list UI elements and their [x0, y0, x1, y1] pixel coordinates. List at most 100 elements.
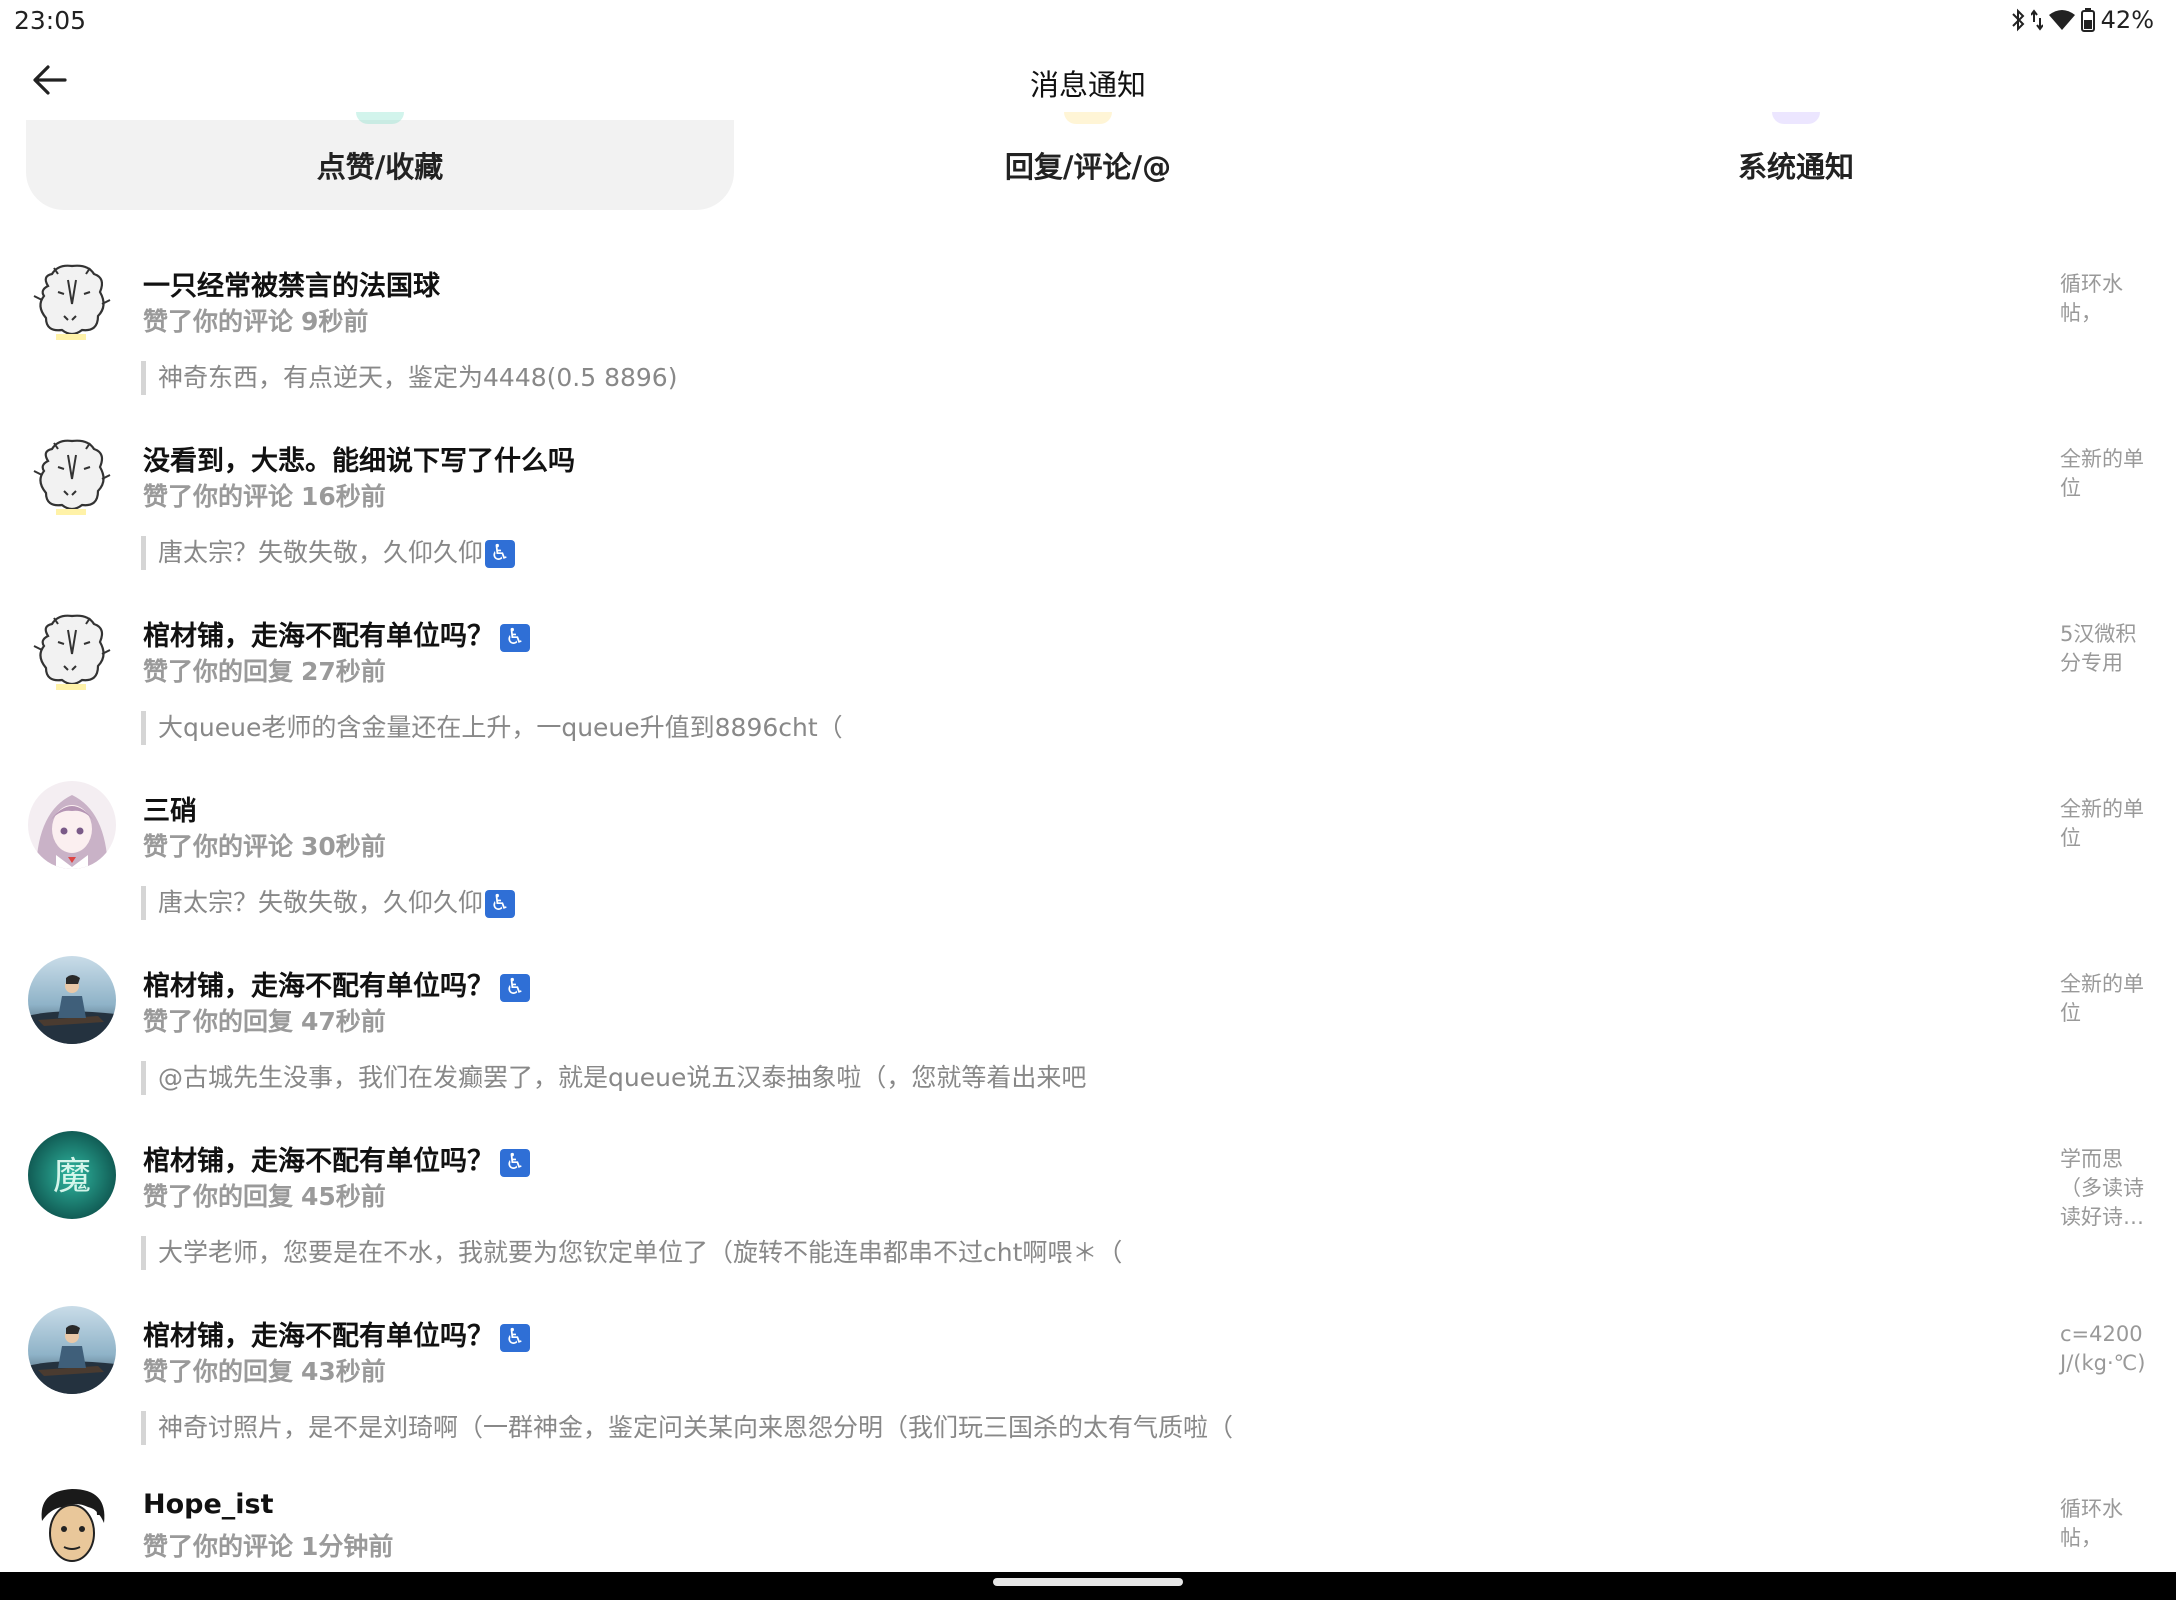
item-quote-text: 唐太宗？失敬失敬，久仰久仰 [158, 888, 484, 917]
item-quote-text: 唐太宗？失敬失敬，久仰久仰 [158, 538, 484, 567]
item-subtitle: 赞了你的回复 43秒前 [143, 1352, 386, 1388]
source-post-preview[interactable]: 全新的单位 [2060, 445, 2156, 503]
item-quote-text: 大queue老师的含金量还在上升，一queue升值到8896cht（ [158, 713, 843, 742]
item-action: 赞了你的评论 [143, 832, 294, 861]
item-quote[interactable]: 唐太宗？失敬失敬，久仰久仰 ♿ [141, 536, 516, 570]
tab-accent [1064, 112, 1112, 124]
item-title-text: 三硝 [143, 796, 197, 827]
item-title-text: 棺材铺，走海不配有单位吗？ [143, 621, 494, 652]
item-action: 赞了你的评论 [143, 307, 294, 336]
battery-percent: 42% [2100, 6, 2154, 34]
item-title[interactable]: Hope_ist [143, 1489, 274, 1520]
item-time: 45秒前 [301, 1182, 386, 1211]
avatar[interactable] [28, 781, 116, 869]
avatar[interactable] [28, 256, 116, 344]
notification-item[interactable]: 棺材铺，走海不配有单位吗？ ♿ 赞了你的回复 27秒前 大queue老师的含金量还在上升… [0, 590, 2176, 765]
item-time: 1分钟前 [301, 1532, 394, 1561]
item-action: 赞了你的回复 [143, 657, 294, 686]
item-time: 27秒前 [301, 657, 386, 686]
tab-label: 回复/评论/@ [1004, 150, 1172, 184]
data-icon [2030, 8, 2043, 32]
item-quote-text: @古城先生没事，我们在发癫罢了，就是queue说五汉泰抽象啦（，您就等着出来吧 [158, 1063, 1087, 1092]
item-subtitle: 赞了你的评论 1分钟前 [143, 1527, 393, 1563]
source-post-preview[interactable]: 全新的单位 [2060, 970, 2156, 1028]
item-quote[interactable]: 神奇讨照片，是不是刘琦啊（一群神金，鉴定问关某向来恩怨分明（我们玩三国杀的太有气… [141, 1411, 1233, 1445]
status-time: 23:05 [14, 6, 87, 35]
status-bar: 23:05 42% [0, 0, 2176, 44]
source-post-preview[interactable]: 5汉微积分专用 [2060, 620, 2156, 678]
item-title-text: 一只经常被禁言的法国球 [143, 271, 440, 302]
item-quote[interactable]: @古城先生没事，我们在发癫罢了，就是queue说五汉泰抽象啦（，您就等着出来吧 [141, 1061, 1086, 1095]
item-title-text: 没看到，大悲。能细说下写了什么吗 [143, 446, 575, 477]
item-time: 9秒前 [301, 307, 369, 336]
item-action: 赞了你的回复 [143, 1007, 294, 1036]
item-title[interactable]: 三硝 [143, 789, 197, 828]
wheelchair-icon: ♿ [485, 540, 516, 568]
item-title[interactable]: 棺材铺，走海不配有单位吗？ ♿ [143, 1314, 530, 1353]
item-subtitle: 赞了你的评论 30秒前 [143, 827, 386, 863]
item-time: 47秒前 [301, 1007, 386, 1036]
item-title-text: 棺材铺，走海不配有单位吗？ [143, 1321, 494, 1352]
notification-item[interactable]: 棺材铺，走海不配有单位吗？ ♿ 赞了你的回复 43秒前 神奇讨照片，是不是刘琦啊（一群神… [0, 1290, 2176, 1465]
item-title[interactable]: 棺材铺，走海不配有单位吗？ ♿ [143, 964, 530, 1003]
item-action: 赞了你的评论 [143, 1532, 294, 1561]
notification-page: 23:05 42% 消息通知 点赞/收藏 回复/评论/@ 系统通知 一只经常被禁… [0, 0, 2176, 1600]
item-quote[interactable]: 唐太宗？失敬失敬，久仰久仰 ♿ [141, 886, 516, 920]
item-title[interactable]: 棺材铺，走海不配有单位吗？ ♿ [143, 1139, 530, 1178]
tab-label: 点赞/收藏 [316, 150, 444, 184]
source-post-preview[interactable]: c=4200 J/(kg·℃) [2060, 1320, 2156, 1378]
item-action: 赞了你的回复 [143, 1182, 294, 1211]
avatar[interactable] [28, 1481, 116, 1569]
item-quote-text: 大学老师，您要是在不水，我就要为您钦定单位了（旋转不能连串都串不过cht啊喂＊（ [158, 1238, 1123, 1267]
tab-0[interactable]: 点赞/收藏 [26, 112, 734, 210]
wheelchair-icon: ♿ [500, 1323, 530, 1352]
wheelchair-icon: ♿ [500, 623, 530, 652]
tab-accent [1772, 112, 1820, 124]
avatar[interactable]: 魔 [28, 1131, 116, 1219]
item-subtitle: 赞了你的评论 16秒前 [143, 477, 386, 513]
avatar[interactable] [28, 606, 116, 694]
source-post-preview[interactable]: 循环水帖， [2060, 270, 2156, 328]
item-quote[interactable]: 大queue老师的含金量还在上升，一queue升值到8896cht（ [141, 711, 843, 745]
tab-1[interactable]: 回复/评论/@ [734, 112, 1442, 210]
item-action: 赞了你的评论 [143, 482, 294, 511]
source-post-preview[interactable]: 循环水帖， [2060, 1495, 2156, 1553]
notification-item[interactable]: 魔棺材铺，走海不配有单位吗？ ♿ 赞了你的回复 45秒前 大学老师，您要是在不水，我就要… [0, 1115, 2176, 1290]
notification-item[interactable]: 一只经常被禁言的法国球 赞了你的评论 9秒前神奇东西，有点逆天，鉴定为4448(0.… [0, 240, 2176, 415]
bluetooth-icon [2011, 8, 2025, 32]
notification-item[interactable]: 没看到，大悲。能细说下写了什么吗 赞了你的评论 16秒前唐太宗？失敬失敬，久仰久仰 ♿… [0, 415, 2176, 590]
wheelchair-icon: ♿ [485, 890, 516, 918]
wifi-icon [2048, 9, 2075, 31]
item-quote[interactable]: 大学老师，您要是在不水，我就要为您钦定单位了（旋转不能连串都串不过cht啊喂＊（ [141, 1236, 1122, 1270]
notification-item[interactable]: 棺材铺，走海不配有单位吗？ ♿ 赞了你的回复 47秒前 @古城先生没事，我们在发癫罢了，… [0, 940, 2176, 1115]
item-title[interactable]: 一只经常被禁言的法国球 [143, 264, 440, 303]
item-time: 16秒前 [301, 482, 386, 511]
page-title: 消息通知 [1029, 68, 1146, 102]
wheelchair-icon: ♿ [500, 1148, 530, 1177]
tab-bar: 点赞/收藏 回复/评论/@ 系统通知 [26, 112, 2150, 210]
system-nav-bar [0, 1572, 2176, 1600]
item-quote-text: 神奇讨照片，是不是刘琦啊（一群神金，鉴定问关某向来恩怨分明（我们玩三国杀的太有气… [158, 1413, 1234, 1442]
notification-item[interactable]: 三硝 赞了你的评论 30秒前 唐太宗？失敬失敬，久仰久仰 ♿ 全新的单位 [0, 765, 2176, 940]
item-time: 43秒前 [301, 1357, 386, 1386]
item-subtitle: 赞了你的评论 9秒前 [143, 302, 368, 338]
item-title[interactable]: 棺材铺，走海不配有单位吗？ ♿ [143, 614, 530, 653]
item-subtitle: 赞了你的回复 27秒前 [143, 652, 386, 688]
app-header: 消息通知 [0, 44, 2176, 120]
svg-text:魔: 魔 [53, 1154, 91, 1198]
avatar[interactable] [28, 1306, 116, 1394]
avatar[interactable] [28, 956, 116, 1044]
source-post-preview[interactable]: 学而思（多读诗读好诗… [2060, 1145, 2156, 1232]
item-time: 30秒前 [301, 832, 386, 861]
item-subtitle: 赞了你的回复 45秒前 [143, 1177, 386, 1213]
tab-label: 系统通知 [1737, 150, 1854, 184]
source-post-preview[interactable]: 全新的单位 [2060, 795, 2156, 853]
item-title-text: Hope_ist [143, 1489, 274, 1520]
status-icons: 42% [2011, 6, 2154, 34]
avatar[interactable] [28, 431, 116, 519]
tab-2[interactable]: 系统通知 [1442, 112, 2150, 210]
wheelchair-icon: ♿ [500, 973, 530, 1002]
home-gesture-handle[interactable] [993, 1578, 1183, 1586]
item-title[interactable]: 没看到，大悲。能细说下写了什么吗 [143, 439, 575, 478]
item-quote[interactable]: 神奇东西，有点逆天，鉴定为4448(0.5 8896) [141, 361, 677, 395]
